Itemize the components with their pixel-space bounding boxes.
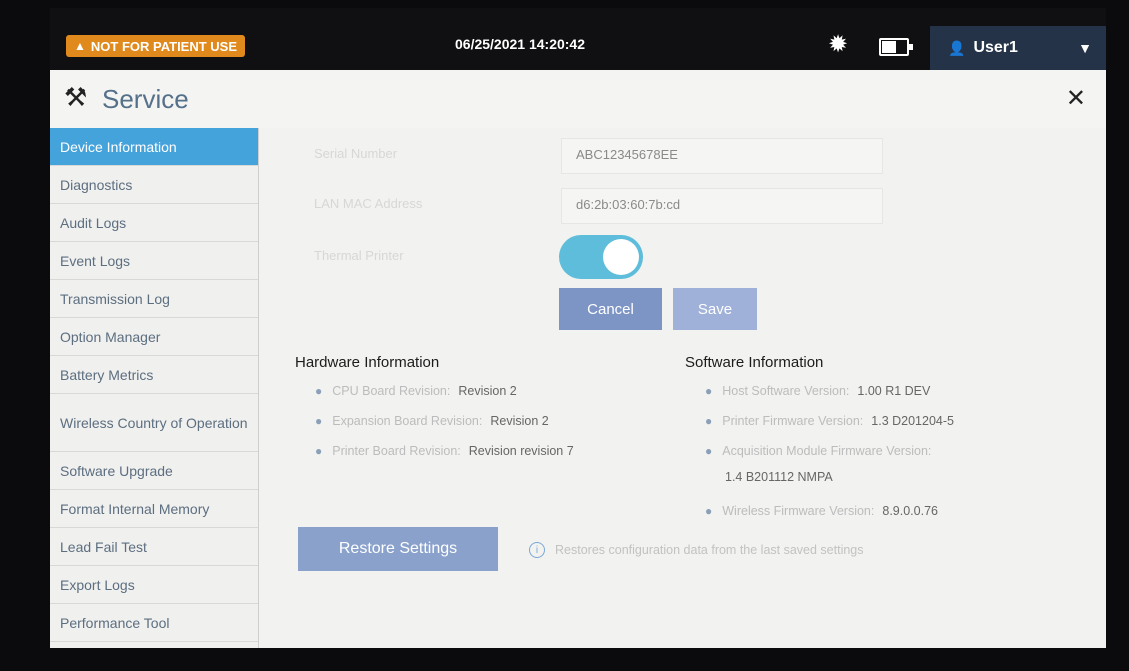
sidebar-item-audit-logs[interactable]: Audit Logs: [50, 204, 258, 242]
sidebar-item-option-manager[interactable]: Option Manager: [50, 318, 258, 356]
list-item: ● Printer Firmware Version: 1.3 D201204-5: [705, 414, 954, 428]
sidebar-item-software-upgrade[interactable]: Software Upgrade: [50, 452, 258, 490]
user-name: User1: [973, 39, 1018, 56]
service-header: ⚒ Service ✕: [50, 70, 1106, 128]
status-bar: ▲ NOT FOR PATIENT USE 06/25/2021 14:20:4…: [50, 8, 1106, 70]
chevron-down-icon[interactable]: ▼: [1078, 40, 1092, 56]
save-button[interactable]: Save: [673, 288, 757, 330]
sidebar-item-lead-fail-test[interactable]: Lead Fail Test: [50, 528, 258, 566]
service-sidebar: Device Information Diagnostics Audit Log…: [50, 128, 259, 648]
device-information-panel: Serial Number ABC12345678EE LAN MAC Addr…: [259, 128, 1106, 648]
close-icon[interactable]: ✕: [1066, 84, 1086, 113]
sidebar-item-event-logs[interactable]: Event Logs: [50, 242, 258, 280]
sidebar-item-performance-tool[interactable]: Performance Tool: [50, 604, 258, 642]
mac-address-field[interactable]: d6:2b:03:60:7b:cd: [561, 188, 883, 224]
list-item: ● Wireless Firmware Version: 8.9.0.0.76: [705, 504, 938, 518]
warning-icon: ▲: [74, 39, 86, 53]
list-item: ● CPU Board Revision: Revision 2: [315, 384, 517, 398]
thermal-printer-label: Thermal Printer: [314, 248, 404, 263]
sidebar-item-transmission-log[interactable]: Transmission Log: [50, 280, 258, 318]
sidebar-item-device-information[interactable]: Device Information: [50, 128, 258, 166]
not-for-patient-use-badge: ▲ NOT FOR PATIENT USE: [66, 35, 246, 57]
software-information-title: Software Information: [685, 354, 824, 371]
user-menu[interactable]: 👤 User1 ▼: [930, 26, 1106, 70]
datetime: 06/25/2021 14:20:42: [455, 36, 585, 52]
serial-number-field[interactable]: ABC12345678EE: [561, 138, 883, 174]
restore-hint: i Restores configuration data from the l…: [529, 542, 864, 558]
list-item: ● Host Software Version: 1.00 R1 DEV: [705, 384, 931, 398]
restore-settings-button[interactable]: Restore Settings: [298, 527, 498, 571]
info-icon: i: [529, 542, 545, 558]
tools-icon: ⚒: [64, 82, 88, 112]
sidebar-item-wireless-country[interactable]: Wireless Country of Operation: [50, 394, 258, 452]
mac-address-row: LAN MAC Address d6:2b:03:60:7b:cd: [259, 182, 889, 226]
battery-icon: [879, 38, 913, 56]
list-item: ● Printer Board Revision: Revision revisio…: [315, 444, 574, 458]
mac-address-label: LAN MAC Address: [314, 196, 423, 211]
sidebar-item-battery-metrics[interactable]: Battery Metrics: [50, 356, 258, 394]
serial-number-row: Serial Number ABC12345678EE: [259, 132, 889, 176]
thermal-printer-toggle[interactable]: [559, 235, 643, 279]
user-icon: 👤: [948, 39, 966, 56]
cancel-button[interactable]: Cancel: [559, 288, 662, 330]
restore-hint-text: Restores configuration data from the las…: [555, 543, 864, 557]
warning-label: NOT FOR PATIENT USE: [90, 38, 238, 54]
page-title: Service: [102, 84, 189, 114]
sidebar-item-diagnostics[interactable]: Diagnostics: [50, 166, 258, 204]
brightness-icon[interactable]: ✹: [828, 30, 848, 59]
hardware-information-list: ● CPU Board Revision: Revision 2 ● Expansio…: [315, 384, 574, 474]
hardware-information-title: Hardware Information: [295, 354, 440, 371]
acquisition-module-firmware-value: 1.4 B201112 NMPA: [725, 470, 833, 484]
list-item: ● Expansion Board Revision: Revision 2: [315, 414, 549, 428]
device-screen: ▲ NOT FOR PATIENT USE 06/25/2021 14:20:4…: [50, 8, 1106, 648]
sidebar-item-format-internal-memory[interactable]: Format Internal Memory: [50, 490, 258, 528]
software-information-list: ● Host Software Version: 1.00 R1 DEV ● Prin…: [705, 384, 954, 534]
serial-number-label: Serial Number: [314, 146, 398, 161]
sidebar-item-export-logs[interactable]: Export Logs: [50, 566, 258, 604]
